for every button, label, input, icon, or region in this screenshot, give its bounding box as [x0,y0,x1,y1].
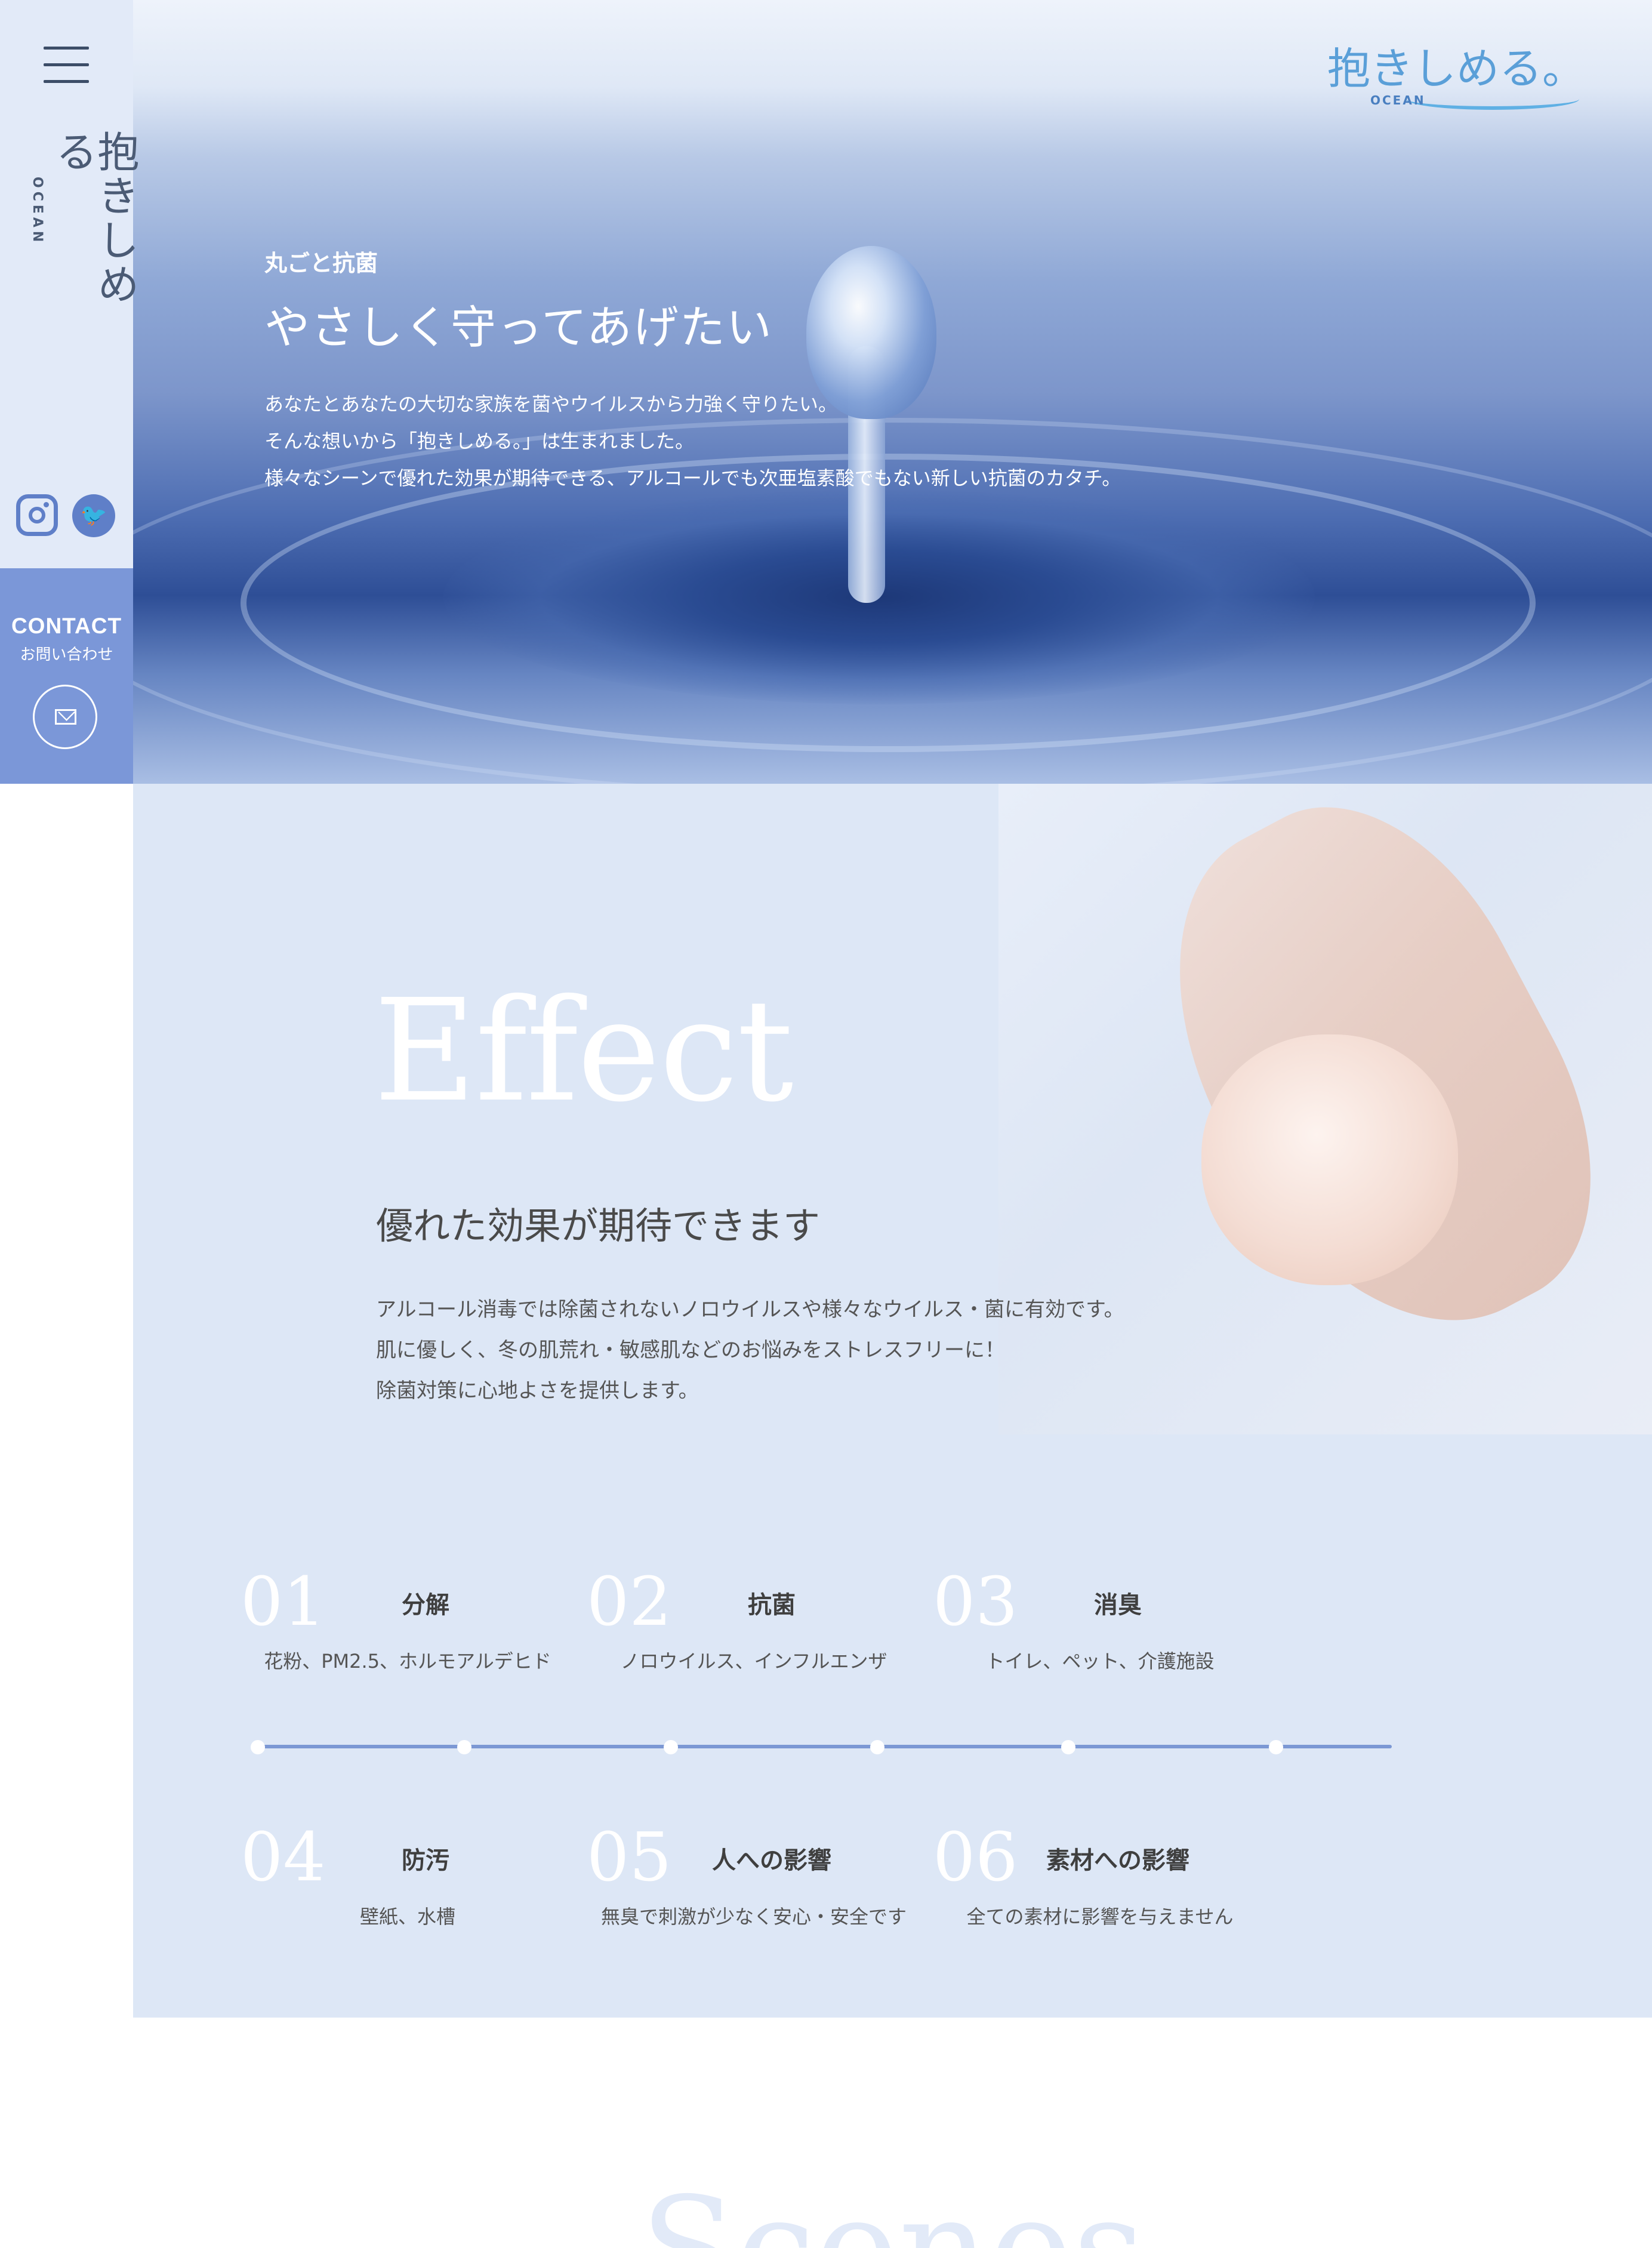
mail-icon [33,685,97,749]
timeline-dot [457,1740,471,1754]
feature-desc: 無臭で刺激が少なく安心・安全です [600,1905,907,1928]
baby-hand [1201,1034,1458,1285]
feature-title: 人への影響 [712,1847,831,1874]
feature-title: 防汚 [402,1847,449,1874]
hero-title: やさしく守ってあげたい [264,301,773,354]
sidebar-logo[interactable]: 抱きしめる OCEAN [29,130,140,321]
effect-heading: Effect [374,969,794,1133]
feature-desc: トイレ、ペット、介護施設 [985,1650,1215,1673]
menu-icon[interactable] [44,47,89,85]
twitter-icon[interactable]: 🐦 [72,494,115,537]
feature-title: 分解 [402,1591,449,1619]
feature-title: 素材への影響 [1046,1847,1189,1874]
hero-body: あなたとあなたの大切な家族を菌やウイルスから力強く守りたい。 そんな想いから「抱… [264,392,1121,490]
feature-item: 01 分解 花粉、PM2.5、ホルモアルデヒド [241,1569,575,1688]
timeline-dot [870,1740,884,1754]
brand-logo[interactable]: 抱きしめる。 OCEAN [1327,33,1585,111]
contact-label-en: CONTACT [11,614,122,638]
social-links: 🐦 [16,494,118,540]
effect-line: 除菌対策に心地よさを提供します。 [376,1379,699,1403]
feature-timeline [251,1738,1403,1756]
feature-desc: 壁紙、水槽 [359,1905,455,1928]
sidebar-logo-text: 抱きしめる [49,130,140,307]
hero-line: あなたとあなたの大切な家族を菌やウイルスから力強く守りたい。 [264,393,838,415]
timeline-dot [1061,1740,1075,1754]
contact-button[interactable]: CONTACT お問い合わせ [0,568,133,784]
feature-title: 抗菌 [748,1591,796,1619]
sidebar: 抱きしめる OCEAN 🐦 CONTACT お問い合わせ [0,0,140,784]
hero-line: 様々なシーンで優れた効果が期待できる、アルコールでも次亜塩素酸でもない新しい抗菌… [264,467,1121,489]
scenes-section: Scenes [133,2018,1652,2248]
timeline-dot [664,1740,678,1754]
timeline-dot [1269,1740,1283,1754]
instagram-icon[interactable] [16,494,58,536]
feature-item: 06 素材への影響 全ての素材に影響を与えません [933,1824,1267,1944]
effect-description: アルコール消毒では除菌されないノロウイルスや様々なウイルス・菌に有効です。 肌に… [376,1297,1124,1419]
brand-logo-text: 抱きしめる。 [1327,44,1585,94]
timeline-dot [251,1740,265,1754]
effect-subtitle: 優れた効果が期待できます [376,1204,821,1248]
feature-item: 05 人への影響 無臭で刺激が少なく安心・安全です [587,1824,921,1944]
effect-line: アルコール消毒では除菌されないノロウイルスや様々なウイルス・菌に有効です。 [376,1298,1124,1322]
contact-label-ja: お問い合わせ [20,646,113,664]
timeline-line [261,1745,1392,1748]
scenes-heading: Scenes [133,2179,1652,2248]
brand-logo-sub: OCEAN [1370,93,1426,107]
feature-item: 03 消臭 トイレ、ペット、介護施設 [933,1569,1267,1688]
effect-line: 肌に優しく、冬の肌荒れ・敏感肌などのお悩みをストレスフリーに！ [376,1338,1005,1362]
feature-desc: 花粉、PM2.5、ホルモアルデヒド [264,1650,551,1673]
sidebar-logo-sub: OCEAN [30,177,45,246]
feature-desc: 全ての素材に影響を与えません [966,1905,1234,1928]
feature-desc: ノロウイルス、インフルエンザ [620,1650,887,1673]
brand-wave [1406,88,1579,110]
feature-item: 04 防汚 壁紙、水槽 [241,1824,575,1944]
feature-title: 消臭 [1094,1591,1142,1619]
hero-text: 丸ごと抗菌 やさしく守ってあげたい あなたとあなたの大切な家族を菌やウイルスから… [264,245,1121,503]
feature-item: 02 抗菌 ノロウイルス、インフルエンザ [587,1569,921,1688]
hero-section: 抱きしめる。 OCEAN 丸ごと抗菌 やさしく守ってあげたい あなたとあなたの大… [133,0,1652,784]
hero-kicker: 丸ごと抗菌 [264,250,378,276]
hero-line: そんな想いから「抱きしめる。」は生まれました。 [264,430,695,452]
